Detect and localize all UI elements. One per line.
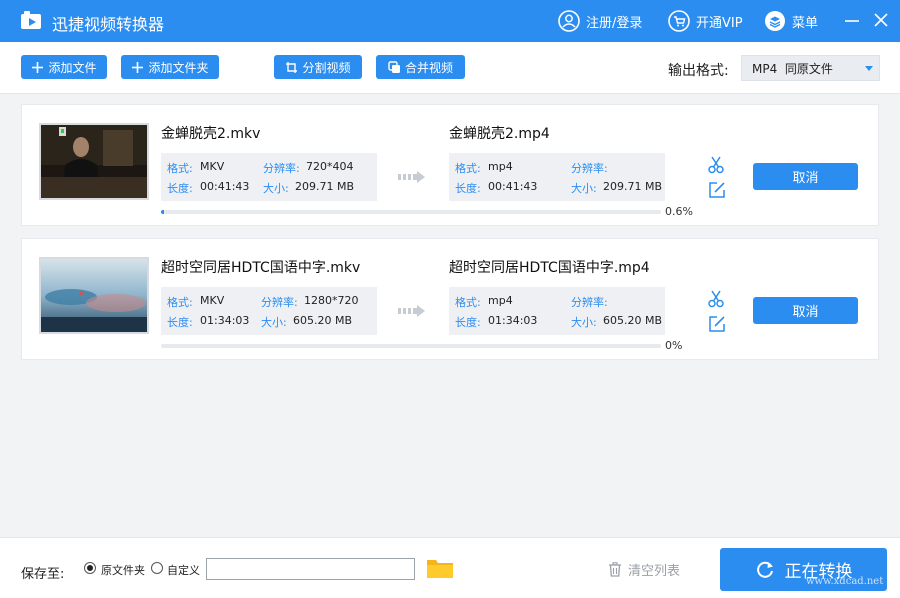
arrow-right-icon: [398, 305, 425, 317]
size-label: 大小:: [261, 316, 287, 329]
output-filename: 金蝉脱壳2.mp4: [449, 126, 550, 142]
menu-button[interactable]: 菜单: [764, 9, 818, 33]
user-icon: [558, 10, 580, 32]
output-filename: 超时空同居HDTC国语中字.mp4: [449, 260, 650, 276]
resolution-label: 分辨率:: [261, 296, 298, 309]
size-label: 大小:: [571, 316, 597, 329]
resolution-label: 分辨率:: [571, 162, 608, 175]
merge-video-button[interactable]: 合并视频: [376, 55, 465, 79]
output-info-panel: 格式: mp4 分辨率: 长度: 00:41:43 大小: 209.71 MB: [449, 153, 665, 201]
duration-value: 01:34:03: [200, 314, 250, 327]
output-format-value: MP4 同原文件: [752, 61, 833, 76]
format-label: 格式:: [455, 296, 481, 309]
duration-label: 长度:: [167, 316, 193, 329]
video-thumbnail: [39, 257, 149, 334]
login-label: 注册/登录: [586, 15, 643, 31]
radio-original-label[interactable]: 原文件夹: [101, 562, 145, 578]
resolution-value: 720*404: [306, 160, 354, 173]
output-format-label: 输出格式:: [668, 63, 729, 79]
add-file-button[interactable]: 添加文件: [21, 55, 107, 79]
duration-value: 01:34:03: [488, 314, 538, 327]
radio-original-folder[interactable]: [84, 562, 96, 574]
plus-icon: [132, 61, 144, 73]
cancel-button[interactable]: 取消: [753, 163, 858, 190]
format-value: mp4: [488, 294, 513, 307]
edit-icon[interactable]: [708, 181, 726, 199]
watermark: www.xdcad.net: [806, 576, 884, 587]
edit-icon[interactable]: [708, 315, 726, 333]
progress-percent: 0%: [665, 339, 683, 352]
format-label: 格式:: [167, 296, 193, 309]
add-folder-label: 添加文件夹: [148, 60, 209, 75]
vip-label: 开通VIP: [696, 15, 743, 31]
output-info-panel: 格式: mp4 分辨率: 长度: 01:34:03 大小: 605.20 MB: [449, 287, 665, 335]
scissors-icon[interactable]: [707, 156, 725, 174]
duration-label: 长度:: [455, 182, 481, 195]
app-logo-icon: [21, 11, 41, 29]
dropdown-caret-icon: [865, 66, 873, 71]
format-label: 格式:: [167, 162, 193, 175]
progress-percent: 0.6%: [665, 205, 693, 218]
input-filename: 金蝉脱壳2.mkv: [161, 126, 261, 142]
layers-icon: [765, 11, 785, 31]
progress-bar: [161, 344, 661, 348]
menu-label: 菜单: [792, 15, 819, 31]
add-file-label: 添加文件: [48, 60, 97, 75]
crop-icon: [286, 61, 298, 73]
save-to-label: 保存至:: [21, 567, 65, 582]
split-video-button[interactable]: 分割视频: [274, 55, 362, 79]
vip-button[interactable]: 开通VIP: [668, 9, 743, 33]
refresh-icon: [756, 561, 773, 578]
duration-label: 长度:: [455, 316, 481, 329]
resolution-value: 1280*720: [304, 294, 359, 307]
footer-bar: 保存至: 原文件夹 自定义 清空列表 正在转换 www.xdcad.net: [0, 537, 900, 598]
output-format-select[interactable]: MP4 同原文件: [741, 55, 880, 81]
title-bar: 迅捷视频转换器 注册/登录 开通VIP 菜单: [0, 0, 900, 42]
trash-icon: [609, 562, 621, 577]
size-value: 605.20 MB: [603, 314, 663, 327]
size-value: 209.71 MB: [603, 180, 663, 193]
video-thumbnail: [39, 123, 149, 200]
close-icon[interactable]: [871, 10, 891, 30]
size-value: 605.20 MB: [293, 314, 353, 327]
progress-fill: [161, 210, 164, 214]
split-video-label: 分割视频: [302, 60, 351, 75]
format-value: MKV: [200, 294, 225, 307]
clear-list-label: 清空列表: [628, 564, 681, 579]
merge-video-label: 合并视频: [404, 60, 453, 75]
format-label: 格式:: [455, 162, 481, 175]
progress-bar: [161, 210, 661, 214]
size-label: 大小:: [571, 182, 597, 195]
folder-icon[interactable]: [426, 557, 454, 579]
input-info-panel: 格式: MKV 分辨率: 1280*720 长度: 01:34:03 大小: 6…: [161, 287, 377, 335]
radio-custom-label[interactable]: 自定义: [167, 562, 200, 578]
resolution-label: 分辨率:: [571, 296, 608, 309]
cart-icon: [668, 10, 690, 32]
toolbar: 添加文件 添加文件夹 分割视频 合并视频 输出格式: MP4 同原文件: [0, 42, 900, 94]
scissors-icon[interactable]: [707, 290, 725, 308]
file-item: 金蝉脱壳2.mkv 格式: MKV 分辨率: 720*404 长度: 00:41…: [21, 104, 879, 226]
size-label: 大小:: [263, 182, 289, 195]
clear-list-button[interactable]: 清空列表: [608, 560, 680, 579]
input-info-panel: 格式: MKV 分辨率: 720*404 长度: 00:41:43 大小: 20…: [161, 153, 377, 201]
duration-label: 长度:: [167, 182, 193, 195]
cancel-button[interactable]: 取消: [753, 297, 858, 324]
app-title: 迅捷视频转换器: [52, 15, 165, 34]
duration-value: 00:41:43: [488, 180, 538, 193]
radio-custom-folder[interactable]: [151, 562, 163, 574]
format-value: mp4: [488, 160, 513, 173]
custom-path-input[interactable]: [206, 558, 415, 580]
plus-icon: [32, 61, 44, 73]
merge-icon: [388, 60, 400, 73]
size-value: 209.71 MB: [295, 180, 355, 193]
minimize-icon[interactable]: [842, 10, 862, 30]
input-filename: 超时空同居HDTC国语中字.mkv: [161, 260, 361, 276]
add-folder-button[interactable]: 添加文件夹: [121, 55, 219, 79]
file-item: 超时空同居HDTC国语中字.mkv 格式: MKV 分辨率: 1280*720 …: [21, 238, 879, 360]
login-button[interactable]: 注册/登录: [558, 9, 642, 33]
duration-value: 00:41:43: [200, 180, 250, 193]
arrow-right-icon: [398, 171, 425, 183]
format-value: MKV: [200, 160, 225, 173]
resolution-label: 分辨率:: [263, 162, 300, 175]
